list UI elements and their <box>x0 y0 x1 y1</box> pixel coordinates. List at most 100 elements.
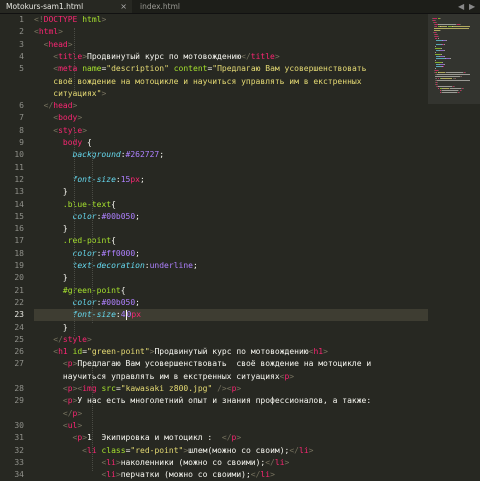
minimap-line <box>445 72 464 74</box>
line-number: 8 <box>19 125 24 135</box>
code-token: > <box>284 457 290 467</box>
code-token: > <box>72 101 78 111</box>
code-line[interactable]: <html> <box>34 26 63 38</box>
code-line[interactable]: <h1 id="green-point">Продвинутый курс по… <box>34 346 328 358</box>
code-line[interactable]: body { <box>34 137 92 149</box>
code-line[interactable]: } <box>34 272 68 284</box>
close-icon[interactable]: × <box>120 0 127 13</box>
code-line[interactable]: background:#262727; <box>34 149 165 161</box>
minimap-line <box>465 72 466 74</box>
code-line[interactable]: <p>1 Экипировка и мотоцикл : </p> <box>34 432 242 444</box>
indent-guide <box>92 360 93 472</box>
code-line[interactable]: text-decoration:underline; <box>34 260 198 272</box>
code-token: > <box>236 433 242 443</box>
minimap-line <box>452 26 470 28</box>
code-line[interactable]: } <box>34 186 68 198</box>
tab-motokurs-sam1[interactable]: Motokurs-sam1.html × <box>0 0 132 13</box>
minimap-line <box>435 68 436 70</box>
code-token: background <box>72 150 121 160</box>
code-token: > <box>77 420 83 430</box>
code-line[interactable]: <p><img src="kawasaki z800.jpg" /><p> <box>34 383 241 395</box>
code-line[interactable]: font-size:40px <box>34 309 141 321</box>
code-token: ситуациях" <box>34 88 102 98</box>
code-line[interactable]: своё вождение на мотоцикле и научиться у… <box>34 76 361 88</box>
code-line[interactable]: font-size:15px; <box>34 174 145 186</box>
tab-index[interactable]: index.html <box>134 0 254 13</box>
minimap-line <box>435 76 461 78</box>
code-token: DOCTYPE <box>43 15 78 24</box>
line-number: 5 <box>19 64 24 74</box>
code-editor[interactable]: <!DOCTYPE html> <html> <head> <title>Прод… <box>34 14 428 479</box>
code-token: li <box>299 445 309 455</box>
code-line[interactable]: <ul> <box>34 420 82 432</box>
code-line[interactable]: } <box>34 223 68 235</box>
code-token: ; <box>135 297 140 307</box>
code-line[interactable]: </style> <box>34 334 92 346</box>
code-line[interactable]: <title>Продвинутый курс по мотовождению<… <box>34 51 279 63</box>
minimap-line <box>435 60 436 62</box>
line-number: 19 <box>14 261 24 270</box>
indent-guide <box>74 28 75 90</box>
code-token: У нас есть многолетний опыт и знания про… <box>77 396 372 406</box>
line-number: 10 <box>14 150 24 160</box>
tab-bar: Motokurs-sam1.html × index.html ◀ ▶ <box>0 0 480 14</box>
minimap-line <box>436 84 438 86</box>
minimap-line <box>436 80 471 82</box>
minimap-line <box>435 22 437 24</box>
code-line[interactable]: ситуациях"> <box>34 88 106 100</box>
code-line[interactable]: научиться управлять им в екстренных ситу… <box>34 371 294 383</box>
tab-label: Motokurs-sam1.html <box>6 2 84 11</box>
line-number: 20 <box>14 273 24 283</box>
code-line[interactable]: <!DOCTYPE html> <box>34 14 106 26</box>
code-line[interactable]: } <box>34 322 68 334</box>
code-token: li <box>106 457 116 467</box>
line-number: 3 <box>19 39 24 49</box>
code-token: { <box>120 285 126 295</box>
code-line[interactable]: <li>наколенники (можно со своими);</li> <box>34 457 289 469</box>
minimap-line <box>438 72 446 74</box>
scroll-tabs-right-icon[interactable]: ▶ <box>469 0 475 13</box>
line-number: 2 <box>19 27 24 37</box>
code-line[interactable]: #green-point{ <box>34 285 126 297</box>
minimap-line <box>436 32 437 34</box>
minimap-line <box>440 54 442 56</box>
code-line[interactable]: color:#00b050; <box>34 211 140 223</box>
minimap-line <box>443 56 445 58</box>
minimap-line <box>438 70 439 72</box>
code-line[interactable]: <head> <box>34 39 73 51</box>
minimap[interactable] <box>428 14 480 469</box>
code-line[interactable]: <li class="red-point">шлем(можно со свои… <box>34 445 313 457</box>
code-line[interactable]: <style> <box>34 125 87 137</box>
code-line[interactable]: color:#00b050; <box>34 297 140 309</box>
code-line[interactable]: <meta name="description" content="Предла… <box>34 63 366 75</box>
code-line[interactable]: </head> <box>34 100 78 112</box>
code-line[interactable]: </p> <box>34 408 82 420</box>
code-token: px <box>131 310 142 320</box>
code-token: h1 <box>58 347 68 357</box>
code-line[interactable]: <li>перчатки (можно со своими);</li> <box>34 469 274 481</box>
code-line[interactable] <box>34 162 39 174</box>
code-line[interactable]: <p>У нас есть многолетний опыт и знания … <box>34 395 371 407</box>
code-line[interactable]: <body> <box>34 112 82 124</box>
line-number: 25 <box>14 334 24 344</box>
line-number-gutter: 1 2 3 4 5 6 7 8 9 10 11 12 13 14 15 16 17 18 19 20 21 22 23 24 2… <box>0 14 34 479</box>
code-token: "Предлагаю Вам усовершенствовать <box>212 64 367 74</box>
code-line[interactable]: <p>Предлагаю Вам усовершенствовать своё … <box>34 358 371 370</box>
code-token: #00b050 <box>101 211 136 221</box>
line-number: 30 <box>14 420 24 430</box>
code-token: </ <box>250 470 261 480</box>
code-token: > <box>101 15 107 24</box>
code-token: > <box>236 384 242 393</box>
code-line[interactable]: color:#ff0000; <box>34 248 140 260</box>
scroll-tabs-left-icon[interactable]: ◀ <box>458 0 464 13</box>
